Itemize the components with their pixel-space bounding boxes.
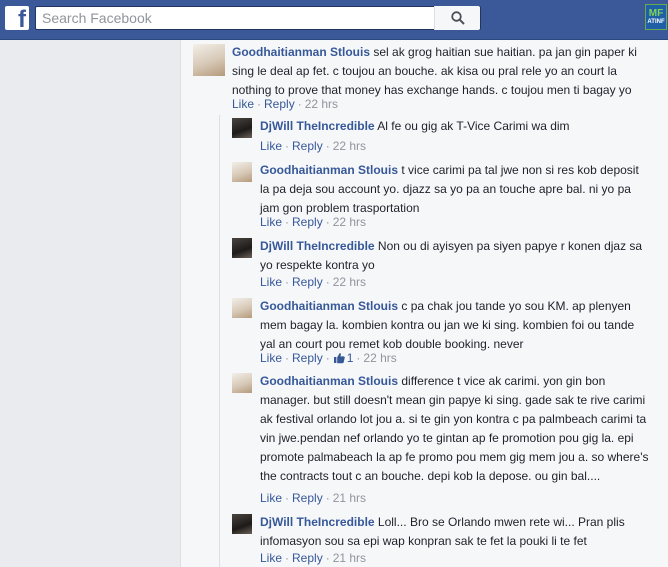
comment-author[interactable]: Goodhaitianman Stlouis bbox=[232, 45, 370, 59]
avatar[interactable] bbox=[232, 162, 252, 182]
timestamp[interactable]: 21 hrs bbox=[333, 551, 366, 565]
reply-link[interactable]: Reply bbox=[292, 275, 323, 289]
avatar[interactable] bbox=[232, 118, 252, 138]
timestamp[interactable]: 21 hrs bbox=[333, 491, 366, 505]
like-link[interactable]: Like bbox=[260, 351, 282, 365]
top-bar: f MF ATINF bbox=[0, 0, 668, 40]
avatar[interactable] bbox=[232, 298, 252, 318]
reply-link[interactable]: Reply bbox=[292, 215, 323, 229]
comment-author[interactable]: DjWill TheIncredible bbox=[260, 119, 375, 133]
badge-line-1: MF bbox=[648, 7, 664, 19]
comment-actions: Like · Reply · 22 hrs bbox=[260, 275, 367, 289]
comment-actions: Like · Reply · 22 hrs bbox=[232, 97, 339, 111]
comment-actions: Like · Reply · 21 hrs bbox=[260, 551, 367, 565]
search-button[interactable] bbox=[434, 6, 480, 30]
like-link[interactable]: Like bbox=[260, 551, 282, 565]
reply-thread-rail bbox=[219, 115, 220, 567]
timestamp[interactable]: 22 hrs bbox=[363, 351, 396, 365]
search-icon bbox=[450, 11, 465, 25]
comment-actions: Like · Reply · 22 hrs bbox=[260, 139, 367, 153]
reply-link[interactable]: Reply bbox=[292, 351, 323, 365]
reply-link[interactable]: Reply bbox=[264, 97, 295, 111]
timestamp[interactable]: 22 hrs bbox=[305, 97, 338, 111]
brand-badge-icon[interactable]: MF ATINF bbox=[645, 4, 667, 30]
like-link[interactable]: Like bbox=[260, 275, 282, 289]
comment-actions: Like · Reply · 22 hrs bbox=[260, 215, 367, 229]
comment-author[interactable]: Goodhaitianman Stlouis bbox=[260, 374, 398, 388]
comment-text: difference t vice ak carimi. yon gin bon… bbox=[260, 374, 649, 483]
left-gutter bbox=[0, 40, 180, 567]
comment-author[interactable]: Goodhaitianman Stlouis bbox=[260, 163, 398, 177]
timestamp[interactable]: 22 hrs bbox=[333, 215, 366, 229]
badge-line-2: ATINF bbox=[647, 18, 665, 25]
comment-text: Al fe ou gig ak T-Vice Carimi wa dim bbox=[377, 119, 570, 133]
reply-comment: Goodhaitianman Stlouis t vice carimi pa … bbox=[232, 162, 662, 232]
avatar[interactable] bbox=[232, 373, 252, 393]
timestamp[interactable]: 22 hrs bbox=[333, 275, 366, 289]
reply-comment: DjWill TheIncredible Non ou di ayisyen p… bbox=[232, 238, 662, 293]
search-input[interactable] bbox=[36, 7, 436, 29]
avatar[interactable] bbox=[232, 514, 252, 534]
comment-author[interactable]: DjWill TheIncredible bbox=[260, 239, 375, 253]
facebook-logo-icon[interactable]: f bbox=[5, 6, 29, 33]
comment-actions: Like · Reply · 1 · 22 hrs bbox=[260, 351, 397, 365]
reply-comment: Goodhaitianman Stlouis c pa chak jou tan… bbox=[232, 298, 662, 368]
comment-author[interactable]: Goodhaitianman Stlouis bbox=[260, 299, 398, 313]
thumbs-up-icon[interactable] bbox=[333, 352, 345, 364]
comment-actions: Like · Reply · 21 hrs bbox=[260, 491, 367, 505]
reply-comment: Goodhaitianman Stlouis difference t vice… bbox=[232, 373, 662, 508]
comment: Goodhaitianman Stlouis sel ak grog haiti… bbox=[193, 44, 663, 114]
reply-link[interactable]: Reply bbox=[292, 139, 323, 153]
like-link[interactable]: Like bbox=[260, 491, 282, 505]
reply-link[interactable]: Reply bbox=[292, 551, 323, 565]
reply-link[interactable]: Reply bbox=[292, 491, 323, 505]
avatar[interactable] bbox=[193, 44, 225, 76]
comment-author[interactable]: DjWill TheIncredible bbox=[260, 515, 375, 529]
avatar[interactable] bbox=[232, 238, 252, 258]
logo-letter: f bbox=[18, 6, 26, 33]
like-link[interactable]: Like bbox=[232, 97, 254, 111]
like-link[interactable]: Like bbox=[260, 139, 282, 153]
like-link[interactable]: Like bbox=[260, 215, 282, 229]
timestamp[interactable]: 22 hrs bbox=[333, 139, 366, 153]
reply-comment: DjWill TheIncredible Al fe ou gig ak T-V… bbox=[232, 118, 662, 158]
search-box bbox=[35, 6, 481, 30]
reply-comment: DjWill TheIncredible Loll... Bro se Orla… bbox=[232, 514, 662, 567]
